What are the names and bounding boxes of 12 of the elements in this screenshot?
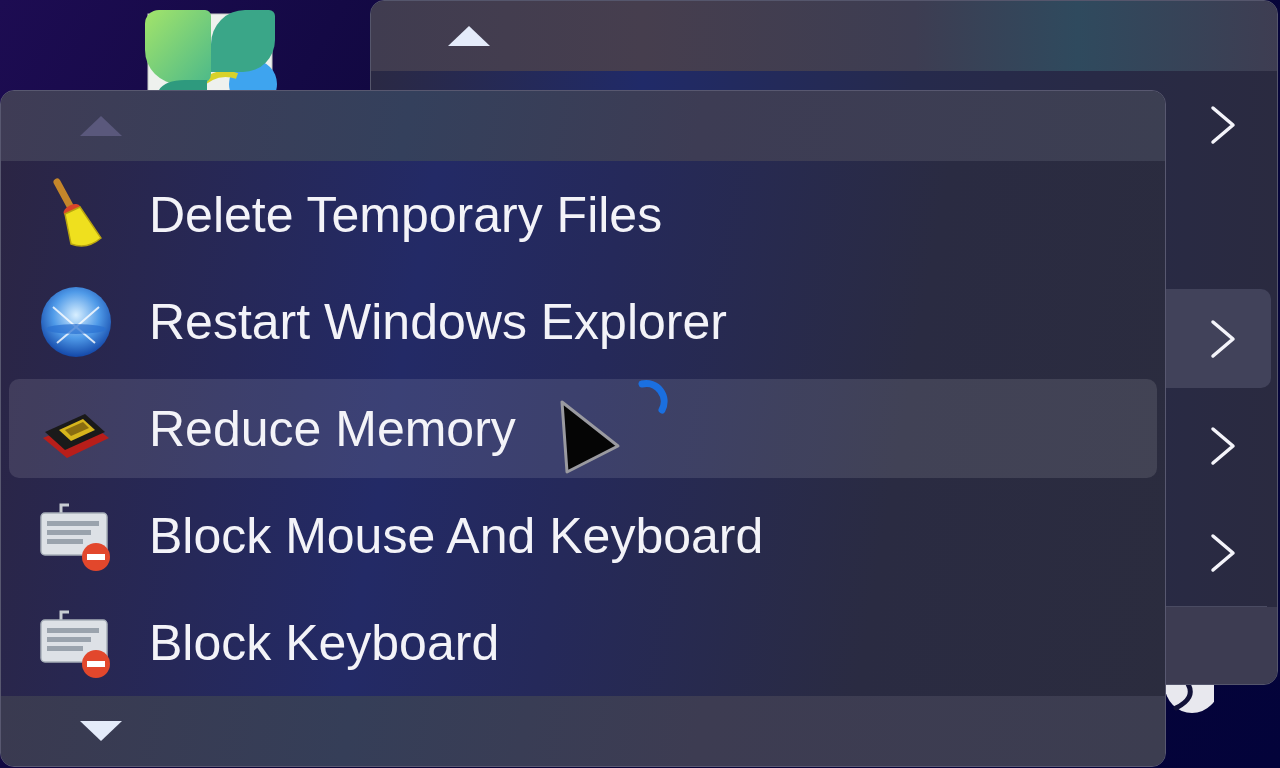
scroll-up-button[interactable] — [371, 1, 1277, 71]
menu-item[interactable]: Reduce Memory — [9, 379, 1157, 478]
menu-item[interactable]: Block Mouse And Keyboard — [9, 486, 1157, 585]
menu-item[interactable]: Delete Temporary Files — [9, 165, 1157, 264]
menu-item[interactable]: Block Keyboard — [9, 593, 1157, 692]
menu-item[interactable] — [1165, 289, 1271, 388]
app-shortcut-icon — [145, 10, 278, 90]
scroll-up-button[interactable] — [1, 91, 1165, 161]
menu-item[interactable]: Restart Windows Explorer — [9, 272, 1157, 371]
swirl-icon — [1166, 684, 1214, 716]
scroll-down-button[interactable] — [1, 696, 1165, 766]
globe-icon — [39, 284, 113, 359]
